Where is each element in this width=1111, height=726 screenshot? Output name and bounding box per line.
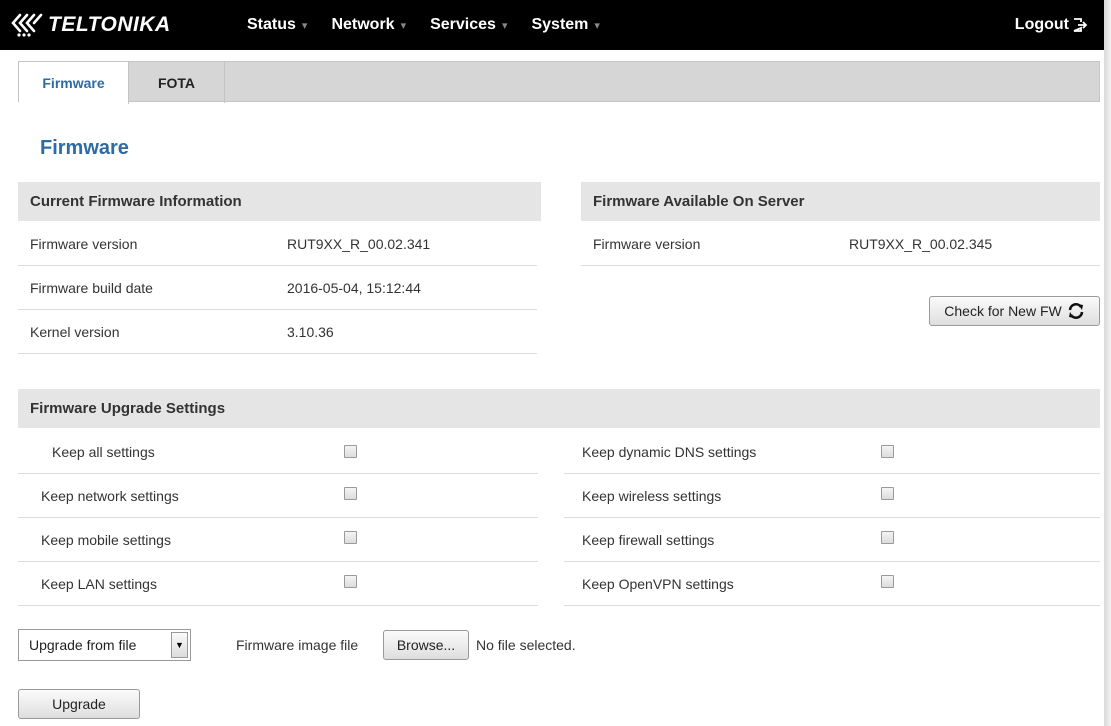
row-value: 2016-05-04, 15:12:44	[287, 280, 421, 296]
browse-button-label: Browse...	[396, 637, 456, 653]
menu-status[interactable]: Status ▾	[247, 16, 307, 34]
keep-firewall-settings-label: Keep firewall settings	[582, 532, 715, 548]
menu-network[interactable]: Network ▾	[331, 16, 406, 34]
table-row: Keep firewall settings	[564, 518, 1100, 562]
tab-firmware-label: Firmware	[42, 75, 105, 91]
table-row: Firmware version RUT9XX_R_00.02.345	[581, 222, 1100, 266]
upgrade-settings-header: Firmware Upgrade Settings	[18, 389, 1100, 428]
table-row: Keep dynamic DNS settings	[564, 430, 1100, 474]
upgrade-source-value: Upgrade from file	[29, 637, 137, 653]
chevron-down-icon[interactable]: ▼	[171, 632, 188, 658]
server-firmware-header: Firmware Available On Server	[581, 182, 1100, 221]
tab-bar: Firmware FOTA	[18, 61, 1100, 104]
table-row: Keep mobile settings	[18, 518, 538, 562]
table-row: Keep OpenVPN settings	[564, 562, 1100, 606]
row-label: Kernel version	[30, 324, 120, 340]
tab-firmware[interactable]: Firmware	[19, 62, 129, 104]
page-title: Firmware	[40, 137, 129, 159]
menu-services[interactable]: Services ▾	[430, 16, 507, 34]
keep-lan-settings-label: Keep LAN settings	[41, 576, 157, 592]
keep-ddns-settings-label: Keep dynamic DNS settings	[582, 444, 757, 460]
file-status-text: No file selected.	[476, 637, 576, 653]
row-label: Firmware version	[593, 236, 701, 252]
row-label: Firmware build date	[30, 280, 153, 296]
keep-all-settings-checkbox[interactable]	[344, 445, 357, 458]
row-value: 3.10.36	[287, 324, 334, 340]
keep-network-settings-checkbox[interactable]	[344, 487, 357, 500]
keep-mobile-settings-checkbox[interactable]	[344, 531, 357, 544]
keep-openvpn-settings-checkbox[interactable]	[881, 575, 894, 588]
keep-firewall-settings-checkbox[interactable]	[881, 531, 894, 544]
keep-network-settings-label: Keep network settings	[41, 488, 179, 504]
row-value: RUT9XX_R_00.02.341	[287, 236, 431, 252]
row-value: RUT9XX_R_00.02.345	[849, 236, 993, 252]
brand-name: TELTONIKA	[48, 13, 171, 36]
main-menu: Status ▾ Network ▾ Services ▾ System ▾	[247, 0, 624, 50]
table-row: Keep all settings	[18, 430, 538, 474]
keep-mobile-settings-label: Keep mobile settings	[41, 532, 171, 548]
check-new-fw-label: Check for New FW	[944, 303, 1062, 319]
keep-wireless-settings-checkbox[interactable]	[881, 487, 894, 500]
chevron-down-icon: ▾	[400, 19, 407, 32]
chevron-down-icon: ▾	[594, 19, 600, 32]
upgrade-source-select[interactable]: Upgrade from file ▼	[18, 629, 191, 661]
teltonika-logo-mark-icon	[11, 13, 43, 37]
tab-fota[interactable]: FOTA	[129, 62, 225, 103]
upgrade-button[interactable]: Upgrade	[18, 689, 140, 719]
window-edge-shadow	[1104, 0, 1111, 726]
menu-system-label: System	[531, 16, 589, 33]
check-new-fw-button[interactable]: Check for New FW	[929, 296, 1100, 326]
table-row: Keep wireless settings	[564, 474, 1100, 518]
menu-status-label: Status	[247, 16, 296, 33]
logout-label: Logout	[1014, 16, 1069, 33]
table-row: Kernel version 3.10.36	[18, 310, 537, 354]
tab-fota-label: FOTA	[157, 74, 196, 91]
row-label: Firmware version	[30, 236, 138, 252]
keep-all-settings-label: Keep all settings	[52, 444, 155, 460]
menu-system[interactable]: System ▾	[531, 16, 599, 34]
menu-network-label: Network	[331, 16, 395, 33]
keep-lan-settings-checkbox[interactable]	[344, 575, 357, 588]
browse-button[interactable]: Browse...	[383, 630, 469, 660]
table-row: Keep LAN settings	[18, 562, 538, 606]
firmware-image-file-label: Firmware image file	[236, 637, 359, 653]
keep-openvpn-settings-label: Keep OpenVPN settings	[582, 576, 734, 592]
keep-ddns-settings-checkbox[interactable]	[881, 445, 894, 458]
logout-button[interactable]: Logout	[1015, 0, 1088, 50]
logout-icon	[1073, 18, 1088, 32]
chevron-down-icon: ▾	[501, 19, 508, 32]
chevron-down-icon: ▾	[301, 19, 308, 32]
current-firmware-header: Current Firmware Information	[18, 182, 541, 221]
menu-services-label: Services	[430, 16, 496, 33]
table-row: Keep network settings	[18, 474, 538, 518]
refresh-icon	[1068, 303, 1084, 319]
keep-wireless-settings-label: Keep wireless settings	[582, 488, 722, 504]
top-navbar: TELTONIKA Status ▾ Network ▾ Services ▾ …	[0, 0, 1104, 50]
table-row: Firmware build date 2016-05-04, 15:12:44	[18, 266, 537, 310]
upgrade-button-label: Upgrade	[52, 696, 106, 712]
teltonika-logo[interactable]: TELTONIKA	[10, 8, 171, 42]
table-row: Firmware version RUT9XX_R_00.02.341	[18, 222, 537, 266]
